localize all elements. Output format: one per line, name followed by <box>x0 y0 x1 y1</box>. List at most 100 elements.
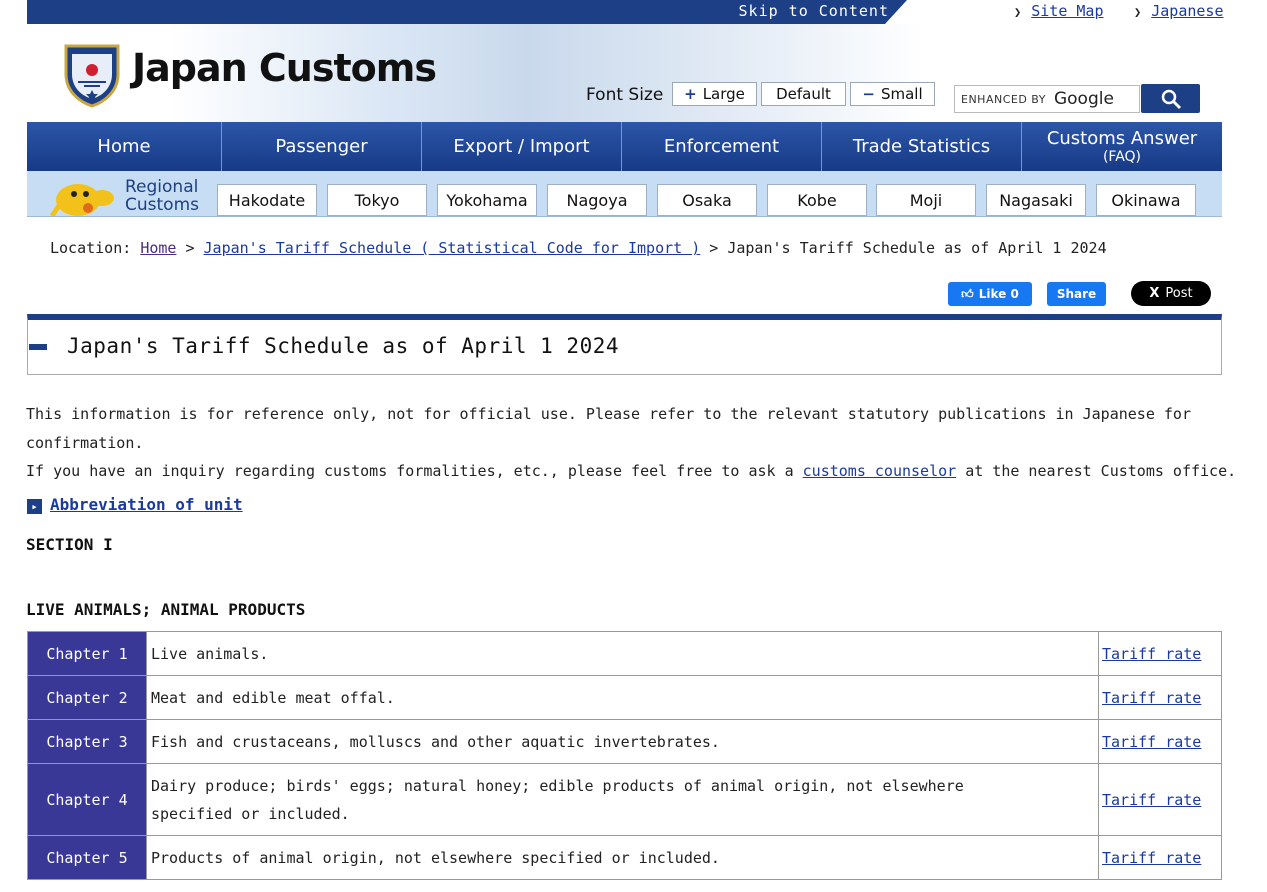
section-heading: SECTION I <box>26 535 113 554</box>
font-size-small-label: Small <box>880 85 923 103</box>
mascot-icon <box>49 184 114 216</box>
font-size-label: Font Size <box>586 85 664 105</box>
inquiry-after: at the nearest Customs office. <box>956 462 1237 480</box>
tariff-rate-link[interactable]: Tariff rate <box>1102 689 1201 707</box>
inquiry-text: If you have an inquiry regarding customs… <box>26 457 1236 486</box>
table-row: Chapter 4 Dairy produce; birds' eggs; na… <box>27 763 1222 836</box>
nav-item-sublabel: (FAQ) <box>1102 148 1142 165</box>
nav-item-label: Enforcement <box>663 135 780 157</box>
chapter-cell: Chapter 3 <box>27 719 147 764</box>
breadcrumb-separator: > <box>185 239 195 257</box>
tariff-rate-link[interactable]: Tariff rate <box>1102 733 1201 751</box>
top-bar: Skip to Content <box>27 0 907 24</box>
regional-office-osaka[interactable]: Osaka <box>657 184 757 216</box>
site-map-link[interactable]: ❯ Site Map <box>1014 2 1103 20</box>
regional-office-okinawa[interactable]: Okinawa <box>1096 184 1196 216</box>
regional-customs-label: Regional Customs <box>125 178 199 214</box>
regional-label-line2: Customs <box>125 195 199 215</box>
arrow-right-icon: ▸ <box>27 499 42 514</box>
rate-cell: Tariff rate <box>1098 675 1222 720</box>
plus-icon: + <box>684 85 697 103</box>
regional-office-nagasaki[interactable]: Nagasaki <box>986 184 1086 216</box>
enhanced-by-label: ENHANCED BY <box>961 92 1046 106</box>
chapter-cell: Chapter 2 <box>27 675 147 720</box>
breadcrumb-current: Japan's Tariff Schedule as of April 1 20… <box>727 239 1107 257</box>
abbreviation-of-unit-link[interactable]: Abbreviation of unit <box>50 495 243 514</box>
chapter-cell: Chapter 1 <box>27 631 147 676</box>
description-cell: Products of animal origin, not elsewhere… <box>146 835 1099 880</box>
nav-item-customs-answer[interactable]: Customs Answer (FAQ) <box>1022 122 1222 171</box>
description-cell: Dairy produce; birds' eggs; natural hone… <box>146 763 1099 836</box>
search-button[interactable] <box>1141 84 1200 113</box>
search-icon <box>1161 89 1181 109</box>
japan-customs-emblem-icon[interactable] <box>62 40 122 108</box>
page-title: Japan's Tariff Schedule as of April 1 20… <box>67 334 620 358</box>
facebook-like-label: Like 0 <box>978 287 1019 301</box>
description-cell: Live animals. <box>146 631 1099 676</box>
font-size-default-label: Default <box>776 85 831 103</box>
font-size-default-button[interactable]: Default <box>761 82 846 106</box>
facebook-share-button[interactable]: Share <box>1047 282 1106 306</box>
tariff-rate-link[interactable]: Tariff rate <box>1102 645 1201 663</box>
facebook-like-button[interactable]: 👍︎ Like 0 <box>948 282 1032 306</box>
notice-line-2: confirmation. <box>26 434 144 452</box>
x-logo-icon: X <box>1149 286 1160 301</box>
rate-cell: Tariff rate <box>1098 631 1222 676</box>
font-size-large-button[interactable]: + Large <box>672 82 757 106</box>
rate-cell: Tariff rate <box>1098 719 1222 764</box>
regional-label-line1: Regional <box>125 177 199 197</box>
regional-office-tokyo[interactable]: Tokyo <box>327 184 427 216</box>
x-post-label: Post <box>1165 286 1193 301</box>
nav-item-export-import[interactable]: Export / Import <box>422 122 622 171</box>
thumbs-up-icon: 👍︎ <box>961 286 974 301</box>
regional-office-nagoya[interactable]: Nagoya <box>547 184 647 216</box>
inquiry-before: If you have an inquiry regarding customs… <box>26 462 803 480</box>
nav-item-label: Export / Import <box>453 135 590 157</box>
rate-cell: Tariff rate <box>1098 835 1222 880</box>
font-size-small-button[interactable]: − Small <box>850 82 935 106</box>
description-cell: Meat and edible meat offal. <box>146 675 1099 720</box>
table-row: Chapter 5 Products of animal origin, not… <box>27 835 1222 880</box>
breadcrumb-prefix: Location: <box>50 239 132 257</box>
chevron-right-icon: ❯ <box>1134 5 1142 19</box>
nav-item-label: Passenger <box>275 135 368 157</box>
notice-line-1: This information is for reference only, … <box>26 405 1191 423</box>
site-map-label: Site Map <box>1031 2 1104 20</box>
nav-item-label: Customs Answer <box>1046 127 1198 149</box>
description-cell: Fish and crustaceans, molluscs and other… <box>146 719 1099 764</box>
japanese-link[interactable]: ❯ Japanese <box>1134 2 1223 20</box>
google-label: Google <box>1053 89 1114 109</box>
tariff-rate-link[interactable]: Tariff rate <box>1102 791 1201 809</box>
rate-cell: Tariff rate <box>1098 763 1222 836</box>
breadcrumb-separator: > <box>709 239 719 257</box>
nav-item-trade-statistics[interactable]: Trade Statistics <box>822 122 1022 171</box>
table-row: Chapter 3 Fish and crustaceans, molluscs… <box>27 719 1222 764</box>
breadcrumb: Location: Home > Japan's Tariff Schedule… <box>50 239 1107 257</box>
tariff-rate-link[interactable]: Tariff rate <box>1102 849 1201 867</box>
x-post-button[interactable]: X Post <box>1131 281 1211 306</box>
skip-to-content-link[interactable]: Skip to Content <box>739 2 889 20</box>
regional-office-yokohama[interactable]: Yokohama <box>437 184 537 216</box>
nav-item-enforcement[interactable]: Enforcement <box>622 122 822 171</box>
table-row: Chapter 2 Meat and edible meat offal. Ta… <box>27 675 1222 720</box>
breadcrumb-parent-link[interactable]: Japan's Tariff Schedule ( Statistical Co… <box>204 239 701 257</box>
notice-text: This information is for reference only, … <box>26 400 1191 458</box>
regional-office-moji[interactable]: Moji <box>876 184 976 216</box>
main-nav: Home Passenger Export / Import Enforceme… <box>27 122 1222 171</box>
regional-office-hakodate[interactable]: Hakodate <box>217 184 317 216</box>
customs-counselor-link[interactable]: customs counselor <box>803 462 957 480</box>
nav-item-passenger[interactable]: Passenger <box>222 122 422 171</box>
nav-item-label: Trade Statistics <box>852 135 991 157</box>
description-text: Dairy produce; birds' eggs; natural hone… <box>151 776 964 823</box>
brand-title[interactable]: Japan Customs <box>132 46 437 90</box>
table-row: Chapter 1 Live animals. Tariff rate <box>27 631 1222 676</box>
chapter-table: Chapter 1 Live animals. Tariff rate Chap… <box>27 631 1222 880</box>
japanese-label: Japanese <box>1151 2 1224 20</box>
chapter-cell: Chapter 5 <box>27 835 147 880</box>
search-input[interactable]: ENHANCED BY Google <box>954 85 1140 113</box>
minus-icon: − <box>862 85 875 103</box>
regional-office-kobe[interactable]: Kobe <box>767 184 867 216</box>
breadcrumb-home-link[interactable]: Home <box>140 239 176 257</box>
nav-item-label: Home <box>97 135 151 157</box>
nav-item-home[interactable]: Home <box>27 122 222 171</box>
